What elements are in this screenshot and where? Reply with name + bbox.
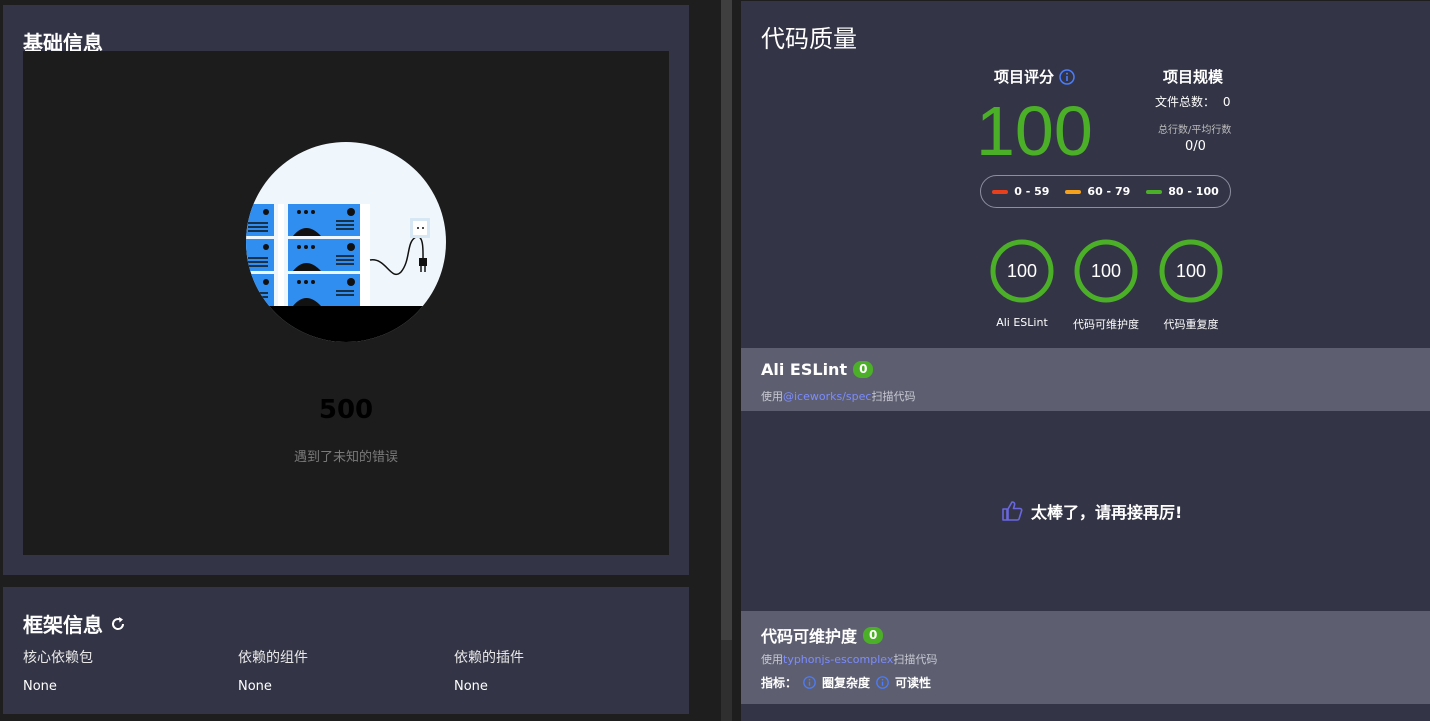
- legend-item: 60 - 79: [1065, 185, 1130, 198]
- info-icon[interactable]: [1059, 68, 1075, 85]
- lines-value: 0/0: [1185, 139, 1206, 154]
- desc-suffix: 扫描代码: [871, 390, 916, 403]
- refresh-icon[interactable]: [109, 615, 127, 633]
- score-value: 100: [976, 92, 1093, 170]
- framework-info-panel: 框架信息 核心依赖包 依赖的组件 依赖的插件 None None None: [3, 587, 689, 714]
- file-count-label: 文件总数：: [1155, 95, 1216, 109]
- maintainability-issue-badge: 0: [863, 626, 884, 644]
- legend-swatch-red: [992, 189, 1009, 194]
- server-error-illustration: [246, 142, 446, 342]
- components-value: None: [238, 679, 272, 694]
- maintainability-description: 使用typhonjs-escomplex扫描代码: [761, 651, 937, 667]
- scrollbar-thumb[interactable]: [721, 0, 732, 640]
- iceworks-spec-link[interactable]: @iceworks/spec: [783, 390, 871, 403]
- basic-info-panel: 基础信息 500 遇到了未知的错误: [3, 5, 689, 575]
- legend-label: 0 - 59: [1014, 185, 1050, 198]
- metrics-label: 指标：: [761, 676, 798, 690]
- duplication-score-ring: 100: [1159, 239, 1223, 303]
- plugins-value: None: [454, 679, 488, 694]
- legend-label: 80 - 100: [1168, 185, 1219, 198]
- info-icon[interactable]: [876, 676, 889, 689]
- great-message-text: 太棒了，请再接再厉!: [1031, 503, 1183, 522]
- score-label-row: 项目评分: [994, 66, 1075, 87]
- thumbs-up-icon: [1002, 501, 1023, 521]
- project-scale-title: 项目规模: [1163, 68, 1224, 86]
- metric-readability: 可读性: [895, 676, 932, 690]
- plugins-label: 依赖的插件: [454, 650, 524, 666]
- error-code: 500: [318, 395, 374, 425]
- metrics-row: 指标： 圈复杂度 可读性: [761, 674, 931, 691]
- ring-value: 100: [1176, 261, 1206, 281]
- eslint-section-header: Ali ESLint 0 使用@iceworks/spec扫描代码: [741, 348, 1430, 411]
- legend-swatch-orange: [1065, 189, 1082, 194]
- maintainability-score-ring: 100: [1074, 239, 1138, 303]
- ring-label: 代码重复度: [1163, 318, 1219, 331]
- great-message: 太棒了，请再接再厉!: [1001, 499, 1182, 523]
- core-deps-value: None: [23, 679, 57, 694]
- framework-info-title: 框架信息: [23, 613, 103, 637]
- code-quality-title: 代码质量: [761, 25, 857, 53]
- ring-value: 100: [1091, 261, 1121, 281]
- legend-item: 80 - 100: [1146, 185, 1219, 198]
- legend-swatch-green: [1146, 189, 1163, 194]
- file-count-value: 0: [1222, 95, 1231, 109]
- desc-suffix: 扫描代码: [893, 653, 938, 666]
- code-quality-panel: 代码质量 项目评分 100 项目规模 文件总数： 0 总行数/平均行数 0/0 …: [741, 1, 1430, 721]
- metric-cyclomatic: 圈复杂度: [822, 676, 871, 690]
- legend-label: 60 - 79: [1087, 185, 1131, 198]
- score-legend: 0 - 59 60 - 79 80 - 100: [980, 175, 1231, 208]
- eslint-title: Ali ESLint: [761, 360, 848, 379]
- eslint-score-ring: 100: [990, 239, 1054, 303]
- eslint-title-row: Ali ESLint 0: [761, 360, 874, 379]
- legend-item: 0 - 59: [992, 185, 1049, 198]
- framework-info-title-row: 框架信息: [23, 609, 127, 638]
- maintainability-section-header: 代码可维护度 0 使用typhonjs-escomplex扫描代码 指标： 圈复…: [741, 611, 1430, 704]
- ring-value: 100: [1007, 261, 1037, 281]
- desc-prefix: 使用: [761, 653, 783, 666]
- maintainability-title-row: 代码可维护度 0: [761, 623, 884, 647]
- error-description: 遇到了未知的错误: [293, 450, 398, 465]
- eslint-description: 使用@iceworks/spec扫描代码: [761, 388, 915, 404]
- lines-label: 总行数/平均行数: [1158, 125, 1232, 136]
- score-label: 项目评分: [994, 68, 1055, 86]
- components-label: 依赖的组件: [238, 650, 308, 666]
- core-deps-label: 核心依赖包: [23, 650, 93, 666]
- eslint-issue-badge: 0: [853, 361, 874, 378]
- desc-prefix: 使用: [761, 390, 783, 403]
- file-count: 文件总数： 0: [1155, 93, 1230, 110]
- error-box: 500 遇到了未知的错误: [23, 51, 669, 555]
- maintainability-title: 代码可维护度: [761, 627, 858, 646]
- info-icon[interactable]: [803, 676, 816, 689]
- escomplex-link[interactable]: typhonjs-escomplex: [783, 653, 893, 666]
